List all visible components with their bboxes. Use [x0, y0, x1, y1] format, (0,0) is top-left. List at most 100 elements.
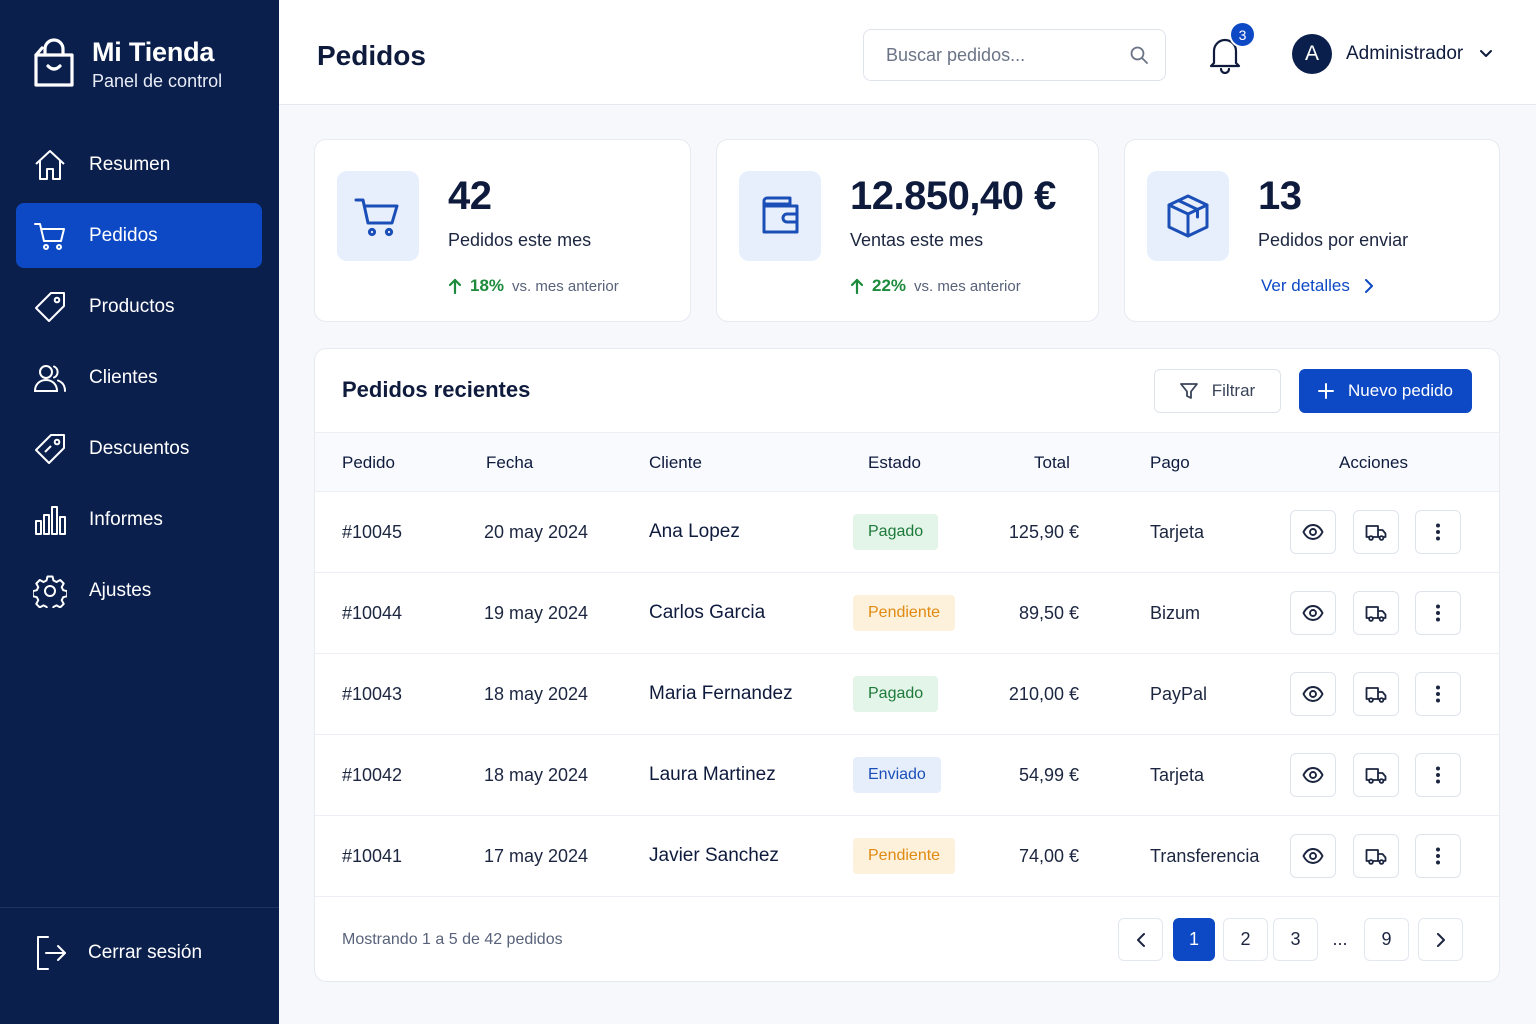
wallet-icon — [762, 196, 799, 234]
discount-tag-icon — [35, 433, 65, 464]
more-actions-button[interactable] — [1415, 672, 1461, 716]
ship-order-button[interactable] — [1353, 834, 1399, 878]
more-actions-button[interactable] — [1415, 753, 1461, 797]
status-badge: Pagado — [853, 514, 939, 550]
order-total: 54,99 € — [1018, 765, 1079, 785]
pagination-page-2[interactable]: 2 — [1223, 918, 1268, 961]
order-id[interactable]: #10045 — [342, 522, 402, 543]
ship-order-button[interactable] — [1353, 672, 1399, 716]
notification-badge: 3 — [1229, 21, 1256, 48]
more-actions-button[interactable] — [1415, 510, 1461, 554]
view-order-button[interactable] — [1290, 834, 1336, 878]
view-details-link[interactable]: Ver detalles — [1261, 276, 1374, 296]
sidebar-item-descuentos[interactable]: Descuentos — [16, 416, 262, 481]
table-header: Pedido Fecha Cliente Estado Total Pago A… — [315, 432, 1499, 492]
more-actions-button[interactable] — [1415, 591, 1461, 635]
eye-icon — [1302, 524, 1324, 540]
ship-order-button[interactable] — [1353, 753, 1399, 797]
column-header-customer[interactable]: Cliente — [649, 453, 702, 473]
ship-order-button[interactable] — [1353, 591, 1399, 635]
search-input[interactable] — [886, 30, 1126, 80]
stat-card-to-ship: 13 Pedidos por enviar Ver detalles — [1124, 139, 1500, 322]
order-customer[interactable]: Ana Lopez — [649, 521, 740, 543]
gear-icon — [33, 575, 67, 608]
order-payment: Tarjeta — [1150, 765, 1205, 785]
brand[interactable]: Mi Tienda Panel de control — [32, 36, 222, 92]
sidebar-item-productos[interactable]: Productos — [16, 274, 262, 339]
truck-icon — [1365, 525, 1387, 541]
eye-icon — [1302, 848, 1324, 864]
order-customer[interactable]: Maria Fernandez — [649, 683, 793, 705]
stat-trend: 18% vs. mes anterior — [448, 276, 619, 296]
sidebar-item-clientes[interactable]: Clientes — [16, 345, 262, 410]
table-row[interactable]: #10044 19 may 2024 Carlos Garcia Pendiente 8… — [315, 573, 1499, 654]
trend-value: 22% — [872, 276, 907, 295]
sidebar-item-label: Productos — [89, 295, 175, 317]
order-id[interactable]: #10043 — [342, 684, 402, 705]
table-row[interactable]: #10042 18 may 2024 Laura Martinez Enviado 54… — [315, 735, 1499, 816]
order-payment: Bizum — [1150, 603, 1201, 623]
view-details-label: Ver detalles — [1261, 276, 1350, 295]
order-total: 210,00 € — [1008, 684, 1079, 704]
column-header-payment[interactable]: Pago — [1150, 453, 1190, 473]
pagination-page-3[interactable]: 3 — [1273, 918, 1318, 961]
chevron-down-icon — [1480, 50, 1493, 57]
order-total: 89,50 € — [1018, 603, 1079, 623]
order-id[interactable]: #10041 — [342, 846, 402, 867]
order-customer[interactable]: Laura Martinez — [649, 764, 776, 786]
table-row[interactable]: #10043 18 may 2024 Maria Fernandez Pagado 21… — [315, 654, 1499, 735]
order-id[interactable]: #10042 — [342, 765, 402, 786]
more-vertical-icon — [1436, 604, 1440, 622]
eye-icon — [1302, 605, 1324, 621]
sidebar-item-informes[interactable]: Informes — [16, 487, 262, 552]
pagination-page-1[interactable]: 1 — [1173, 918, 1215, 961]
order-payment: Tarjeta — [1150, 522, 1205, 542]
filter-button[interactable]: Filtrar — [1154, 369, 1281, 413]
pagination-page-9[interactable]: 9 — [1364, 918, 1409, 961]
filter-label: Filtrar — [1211, 381, 1256, 400]
more-actions-button[interactable] — [1415, 834, 1461, 878]
column-header-total[interactable]: Total — [1034, 453, 1070, 473]
arrow-up-icon — [850, 278, 864, 294]
order-id[interactable]: #10044 — [342, 603, 402, 624]
ship-order-button[interactable] — [1353, 510, 1399, 554]
user-menu[interactable]: A Administrador — [1292, 34, 1493, 74]
order-total: 125,90 € — [1008, 522, 1079, 542]
view-order-button[interactable] — [1290, 753, 1336, 797]
sidebar: Mi Tienda Panel de control Resumen Pedid… — [0, 0, 279, 1024]
sidebar-divider — [0, 907, 279, 908]
eye-icon — [1302, 767, 1324, 783]
table-row[interactable]: #10045 20 may 2024 Ana Lopez Pagado 125,90 €… — [315, 492, 1499, 573]
column-header-date[interactable]: Fecha — [486, 453, 533, 473]
sidebar-item-resumen[interactable]: Resumen — [16, 132, 262, 197]
stat-icon-box — [739, 171, 821, 261]
logout-label: Cerrar sesión — [88, 942, 203, 963]
view-order-button[interactable] — [1290, 591, 1336, 635]
sidebar-item-pedidos[interactable]: Pedidos — [16, 203, 262, 268]
pagination-next-button[interactable] — [1418, 918, 1463, 961]
stat-card-orders: 42 Pedidos este mes 18% vs. mes anterior — [314, 139, 691, 322]
new-order-button[interactable]: Nuevo pedido — [1299, 369, 1472, 413]
view-order-button[interactable] — [1290, 510, 1336, 554]
sidebar-item-ajustes[interactable]: Ajustes — [16, 558, 262, 623]
order-customer[interactable]: Javier Sanchez — [649, 845, 779, 867]
order-date: 18 may 2024 — [484, 765, 589, 785]
truck-icon — [1365, 687, 1387, 703]
brand-name: Mi Tienda — [92, 37, 215, 67]
plus-icon — [1318, 383, 1335, 399]
order-payment: Transferencia — [1150, 846, 1260, 866]
view-order-button[interactable] — [1290, 672, 1336, 716]
pagination-prev-button[interactable] — [1118, 918, 1163, 961]
more-vertical-icon — [1436, 766, 1440, 784]
sidebar-item-label: Descuentos — [89, 437, 190, 459]
bar-chart-icon — [35, 505, 66, 535]
order-customer[interactable]: Carlos Garcia — [649, 602, 765, 624]
truck-icon — [1365, 849, 1387, 865]
logout-button[interactable]: Cerrar sesión — [34, 934, 202, 972]
column-header-status[interactable]: Estado — [868, 453, 921, 473]
stat-label: Ventas este mes — [850, 230, 984, 250]
search-icon[interactable] — [1129, 45, 1149, 65]
table-row[interactable]: #10041 17 may 2024 Javier Sanchez Pendiente… — [315, 816, 1499, 897]
search-box — [863, 29, 1166, 81]
column-header-order[interactable]: Pedido — [342, 453, 395, 473]
